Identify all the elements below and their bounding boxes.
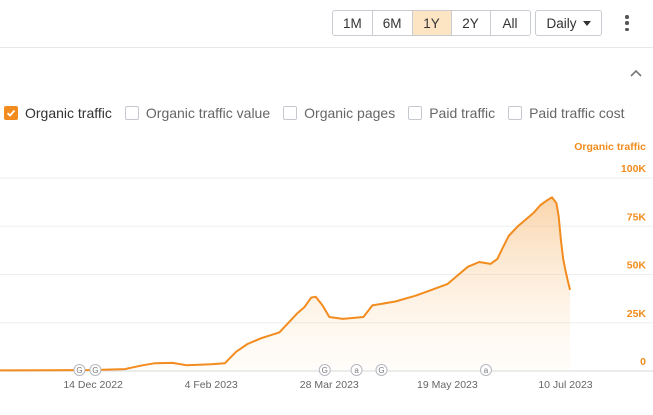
caret-down-icon (582, 20, 591, 26)
metric-paid-traffic-cost[interactable]: Paid traffic cost (508, 105, 625, 121)
update-marker-label: G (322, 366, 328, 375)
checkbox-icon[interactable] (283, 106, 298, 120)
metric-label: Organic pages (304, 105, 396, 121)
range-all-button[interactable]: All (490, 11, 530, 35)
date-range-selector: 1M 6M 1Y 2Y All (332, 10, 531, 36)
range-1y-button[interactable]: 1Y (412, 11, 452, 35)
toolbar-divider (0, 47, 653, 48)
update-marker[interactable]: a (479, 364, 492, 376)
checkbox-icon[interactable] (124, 106, 139, 120)
update-marker[interactable]: G (318, 364, 331, 376)
y-tick-label: 75K (627, 211, 647, 223)
metric-label: Paid traffic (429, 105, 496, 121)
update-marker-label: a (484, 366, 489, 375)
x-tick-label: 10 Jul 2023 (538, 379, 592, 391)
update-marker[interactable]: G (375, 364, 388, 376)
metric-organic-pages[interactable]: Organic pages (283, 105, 395, 121)
update-marker[interactable]: G (89, 364, 102, 376)
interval-dropdown[interactable]: Daily (535, 10, 602, 36)
metric-organic-traffic[interactable]: Organic traffic (4, 105, 112, 121)
x-tick-label: 28 Mar 2023 (300, 379, 359, 391)
interval-label: Daily (546, 15, 577, 31)
y-axis-title: Organic traffic (574, 141, 646, 153)
range-6m-button[interactable]: 6M (372, 11, 413, 35)
checkbox-icon[interactable] (508, 106, 523, 120)
range-1m-button[interactable]: 1M (333, 11, 373, 35)
x-tick-label: 14 Dec 2022 (63, 379, 123, 391)
metric-organic-traffic-value[interactable]: Organic traffic value (124, 105, 271, 121)
metric-label: Organic traffic (25, 105, 112, 121)
update-marker-label: G (92, 366, 98, 375)
x-tick-label: 19 May 2023 (417, 379, 478, 391)
chevron-up-icon[interactable] (628, 66, 644, 80)
metric-label: Paid traffic cost (529, 105, 625, 121)
y-tick-label: 25K (627, 308, 647, 320)
metric-label: Organic traffic value (145, 105, 271, 121)
update-marker[interactable]: a (350, 364, 363, 376)
y-tick-label: 100K (621, 163, 647, 175)
update-marker[interactable]: G (73, 364, 86, 376)
y-tick-label: 0 (640, 356, 646, 368)
update-marker-label: a (354, 366, 359, 375)
metric-paid-traffic[interactable]: Paid traffic (408, 105, 495, 121)
organic-traffic-chart: G G Ga Ga 0 25K 50K 75K 100K 14 Dec 2022 4 Feb 20… (0, 141, 653, 391)
update-marker-label: G (76, 366, 82, 375)
checkbox-icon[interactable] (408, 106, 423, 120)
more-options-icon[interactable] (620, 13, 634, 33)
traffic-area-fill (0, 197, 570, 371)
checkbox-checked-icon[interactable] (4, 106, 18, 120)
update-marker-label: G (378, 366, 384, 375)
y-tick-label: 50K (627, 260, 647, 272)
x-tick-label: 4 Feb 2023 (185, 379, 238, 391)
metric-toggles: Organic traffic Organic traffic value Or… (4, 104, 638, 122)
range-2y-button[interactable]: 2Y (451, 11, 491, 35)
